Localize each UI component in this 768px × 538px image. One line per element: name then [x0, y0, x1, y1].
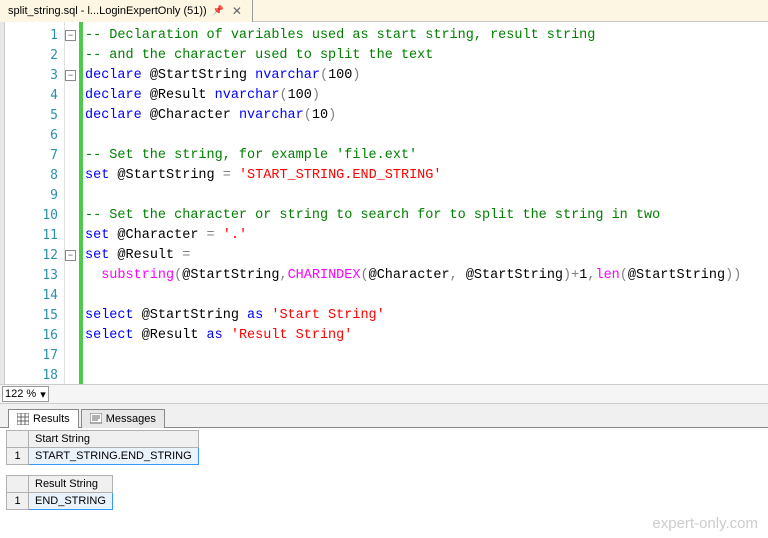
zoom-bar: 122 % ▾: [0, 384, 768, 404]
line-number: 8: [5, 166, 64, 186]
line-number: 3: [5, 66, 64, 86]
code-line[interactable]: [85, 286, 768, 306]
zoom-value: 122 %: [5, 388, 36, 400]
line-number: 17: [5, 346, 64, 366]
code-line[interactable]: select @StartString as 'Start String': [85, 306, 768, 326]
cell[interactable]: START_STRING.END_STRING: [29, 448, 199, 465]
tab-title: split_string.sql - l...LoginExpertOnly (…: [8, 5, 207, 17]
fold-column: − − −: [65, 22, 79, 384]
code-area[interactable]: -- Declaration of variables used as star…: [83, 22, 768, 384]
code-line[interactable]: substring(@StartString,CHARINDEX(@Charac…: [85, 266, 768, 286]
fold-toggle-icon[interactable]: −: [65, 70, 76, 81]
chevron-down-icon: ▾: [40, 388, 46, 401]
cell[interactable]: END_STRING: [29, 493, 113, 510]
messages-icon: [90, 413, 102, 425]
tab-bar: split_string.sql - l...LoginExpertOnly (…: [0, 0, 768, 22]
grid-icon: [17, 413, 29, 425]
line-number: 7: [5, 146, 64, 166]
line-number: 16: [5, 326, 64, 346]
result-grid-1[interactable]: Start String 1START_STRING.END_STRING: [6, 430, 199, 465]
zoom-dropdown[interactable]: 122 % ▾: [2, 386, 49, 402]
tab-results[interactable]: Results: [8, 409, 79, 428]
close-icon[interactable]: ✕: [230, 4, 244, 18]
code-line[interactable]: -- Set the character or string to search…: [85, 206, 768, 226]
column-header[interactable]: Start String: [29, 431, 199, 448]
result-grid-2[interactable]: Result String 1END_STRING: [6, 475, 113, 510]
code-line[interactable]: set @Result =: [85, 246, 768, 266]
line-number: 15: [5, 306, 64, 326]
code-line[interactable]: -- Declaration of variables used as star…: [85, 26, 768, 46]
line-number: 4: [5, 86, 64, 106]
code-line[interactable]: declare @StartString nvarchar(100): [85, 66, 768, 86]
pin-icon[interactable]: 📌: [213, 5, 224, 16]
editor: 123456789101112131415161718 −−− -- Decla…: [0, 22, 768, 384]
tab-messages[interactable]: Messages: [81, 409, 165, 428]
file-tab[interactable]: split_string.sql - l...LoginExpertOnly (…: [0, 0, 253, 22]
row-number[interactable]: 1: [7, 493, 29, 510]
line-number: 9: [5, 186, 64, 206]
code-line[interactable]: declare @Result nvarchar(100): [85, 86, 768, 106]
corner-cell: [7, 476, 29, 493]
column-header[interactable]: Result String: [29, 476, 113, 493]
code-line[interactable]: [85, 346, 768, 366]
line-number: 14: [5, 286, 64, 306]
code-line[interactable]: [85, 186, 768, 206]
row-number[interactable]: 1: [7, 448, 29, 465]
line-number: 5: [5, 106, 64, 126]
tab-results-label: Results: [33, 413, 70, 425]
line-number: 18: [5, 366, 64, 384]
code-line[interactable]: declare @Character nvarchar(10): [85, 106, 768, 126]
watermark: expert-only.com: [652, 515, 758, 532]
code-line[interactable]: -- Set the string, for example 'file.ext…: [85, 146, 768, 166]
line-number-gutter: 123456789101112131415161718: [5, 22, 65, 384]
corner-cell: [7, 431, 29, 448]
line-number: 6: [5, 126, 64, 146]
tab-messages-label: Messages: [106, 413, 156, 425]
fold-toggle-icon[interactable]: −: [65, 30, 76, 41]
code-line[interactable]: [85, 126, 768, 146]
line-number: 13: [5, 266, 64, 286]
results-tab-strip: Results Messages: [0, 404, 768, 428]
line-number: 12: [5, 246, 64, 266]
code-line[interactable]: set @StartString = 'START_STRING.END_STR…: [85, 166, 768, 186]
line-number: 2: [5, 46, 64, 66]
line-number: 10: [5, 206, 64, 226]
line-number: 11: [5, 226, 64, 246]
code-line[interactable]: set @Character = '.': [85, 226, 768, 246]
code-line[interactable]: [85, 366, 768, 384]
fold-toggle-icon[interactable]: −: [65, 250, 76, 261]
line-number: 1: [5, 26, 64, 46]
code-line[interactable]: select @Result as 'Result String': [85, 326, 768, 346]
code-line[interactable]: -- and the character used to split the t…: [85, 46, 768, 66]
